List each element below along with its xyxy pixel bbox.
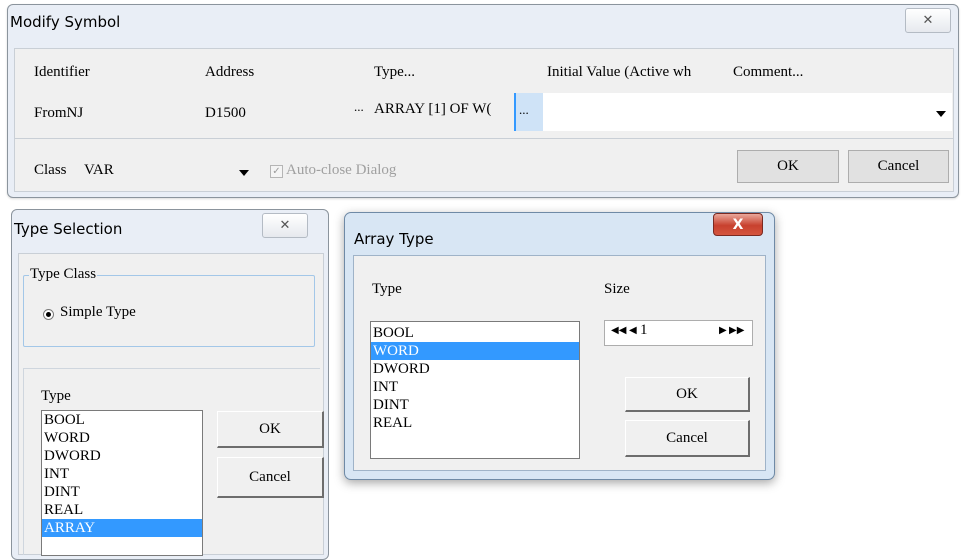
list-item[interactable]: WORD — [42, 429, 202, 447]
size-label: Size — [604, 281, 630, 297]
header-comment[interactable]: Comment... — [733, 64, 803, 81]
size-value[interactable]: 1 — [640, 322, 648, 339]
modify-content-panel: Identifier Address Type... Initial Value… — [14, 48, 954, 192]
ok-button[interactable]: OK — [217, 411, 324, 448]
list-item[interactable]: INT — [371, 378, 579, 396]
type-class-legend: Type Class — [29, 266, 98, 283]
type-label: Type — [372, 281, 402, 297]
close-icon: ✕ — [279, 218, 291, 233]
identifier-field[interactable]: FromNJ — [34, 105, 83, 122]
size-spinner[interactable]: ◀◀ ◀ 1 ▶ ▶▶ — [604, 320, 753, 346]
header-address: Address — [205, 64, 255, 80]
list-item[interactable]: BOOL — [42, 411, 202, 429]
first-arrow-icon[interactable]: ◀◀ — [611, 325, 626, 336]
last-arrow-icon[interactable]: ▶▶ — [729, 325, 744, 336]
autoclose-checkbox[interactable]: ✓ — [270, 165, 283, 178]
list-item[interactable]: DWORD — [42, 447, 202, 465]
address-ellipsis-button[interactable]: ... — [354, 99, 364, 115]
prev-arrow-icon[interactable]: ◀ — [629, 325, 637, 336]
cancel-button[interactable]: Cancel — [848, 150, 949, 183]
simple-type-label: Simple Type — [60, 304, 136, 320]
simple-type-radio[interactable] — [43, 309, 54, 320]
type-browse-cell[interactable]: ... — [514, 93, 543, 131]
next-arrow-icon[interactable]: ▶ — [719, 325, 727, 336]
list-item[interactable]: INT — [42, 465, 202, 483]
header-type[interactable]: Type... — [374, 64, 415, 81]
type-label: Type — [41, 388, 71, 404]
array-type-window: Array Type X Type Size BOOL WORD DWORD INT D… — [344, 212, 775, 480]
array-type-panel: Type Size BOOL WORD DWORD INT DINT REAL ◀◀ ◀ … — [353, 255, 766, 471]
comment-dropdown-arrow-icon[interactable] — [936, 111, 946, 117]
array-type-listbox[interactable]: BOOL WORD DWORD INT DINT REAL — [370, 321, 580, 459]
list-item[interactable]: DWORD — [371, 360, 579, 378]
ok-button[interactable]: OK — [625, 377, 750, 412]
autoclose-label: Auto-close Dialog — [286, 162, 397, 178]
header-initial-value: Initial Value (Active wh — [547, 64, 692, 80]
ok-button[interactable]: OK — [737, 150, 839, 183]
window-title: Array Type — [354, 230, 434, 248]
list-item[interactable]: BOOL — [371, 324, 579, 342]
type-field[interactable]: ARRAY [1] OF W( — [374, 101, 512, 118]
type-selection-window: Type Selection ✕ Type Class Simple Type … — [11, 209, 329, 560]
list-item[interactable]: ARRAY — [42, 519, 202, 537]
modify-symbol-window: Modify Symbol ✕ Identifier Address Type.… — [7, 4, 959, 198]
divider — [15, 138, 953, 139]
header-identifier: Identifier — [34, 64, 90, 80]
cancel-button[interactable]: Cancel — [625, 420, 750, 457]
window-title: Type Selection — [14, 220, 123, 238]
class-select[interactable]: VAR — [84, 162, 114, 179]
address-field[interactable]: D1500 — [205, 105, 246, 122]
list-item[interactable]: WORD — [371, 342, 579, 360]
class-label: Class — [34, 162, 67, 178]
type-listbox[interactable]: BOOL WORD DWORD INT DINT REAL ARRAY — [41, 410, 203, 556]
list-item[interactable]: REAL — [42, 501, 202, 519]
window-title: Modify Symbol — [10, 13, 121, 31]
list-item[interactable]: REAL — [371, 414, 579, 432]
close-icon: ✕ — [922, 13, 934, 28]
close-button[interactable]: ✕ — [905, 8, 951, 33]
type-selection-panel: Type Class Simple Type Type BOOL WORD DWOR… — [18, 253, 324, 556]
close-button[interactable]: ✕ — [262, 213, 308, 238]
close-button[interactable]: X — [713, 213, 763, 236]
ellipsis-button[interactable]: ... — [519, 102, 529, 118]
class-dropdown-arrow-icon[interactable] — [239, 170, 249, 176]
cancel-button[interactable]: Cancel — [217, 457, 324, 498]
close-icon: X — [732, 216, 744, 233]
list-item[interactable]: DINT — [371, 396, 579, 414]
list-item[interactable]: DINT — [42, 483, 202, 501]
initial-value-input[interactable] — [542, 93, 952, 131]
